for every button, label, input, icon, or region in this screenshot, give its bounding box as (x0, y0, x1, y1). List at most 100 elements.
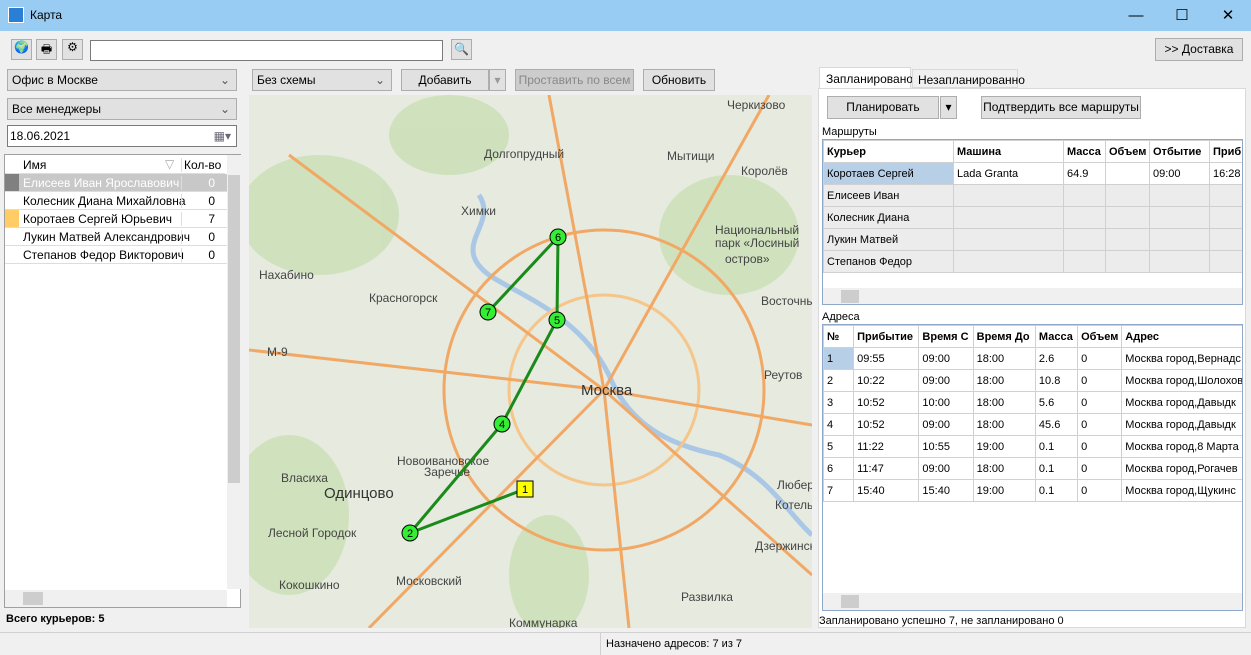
table-row[interactable]: 5 11:22 10:55 19:00 0.1 0 Москва город,8 Марта (823, 435, 1242, 458)
courier-row[interactable]: Лукин Матвей Александрович 0 (5, 228, 227, 246)
gear-icon[interactable]: ⚙ (62, 39, 83, 60)
chevron-down-icon: ⌄ (219, 102, 230, 116)
routes-horizontal-scrollbar[interactable] (823, 288, 1242, 304)
plan-button[interactable]: Планировать (827, 96, 939, 119)
table-row[interactable]: 7 15:40 15:40 19:00 0.1 0 Москва город,Щукинс (823, 479, 1242, 502)
add-button[interactable]: Добавить (401, 69, 489, 91)
horizontal-scrollbar[interactable] (5, 590, 227, 607)
calendar-icon[interactable]: ▦▾ (214, 126, 231, 146)
map-label: Реутов (764, 368, 802, 382)
svg-text:2: 2 (407, 528, 413, 540)
minimize-button[interactable]: — (1113, 0, 1159, 31)
column-header[interactable]: Отбытие (1149, 140, 1210, 163)
courier-row[interactable]: Коротаев Сергей Юрьевич 7 (5, 210, 227, 228)
table-cell: Lada Granta (953, 162, 1064, 185)
confirm-all-button[interactable]: Подтвердить все маршруты (981, 96, 1141, 119)
table-cell: 10:00 (918, 391, 974, 414)
courier-row[interactable]: Колесник Диана Михайловна 0 (5, 192, 227, 210)
addresses-horizontal-scrollbar[interactable] (823, 593, 1242, 610)
column-header[interactable]: Курьер (823, 140, 954, 163)
column-header[interactable]: Приб (1209, 140, 1242, 163)
table-row[interactable]: Коротаев Сергей Lada Granta 64.9 09:00 16:28 (823, 162, 1242, 185)
date-value: 18.06.2021 (10, 129, 71, 143)
table-cell: Москва город,Рогачев (1121, 457, 1242, 480)
globe-icon[interactable]: 🌍 (11, 39, 32, 60)
table-cell (1209, 184, 1242, 207)
table-cell: 0.1 (1034, 435, 1079, 458)
table-row[interactable]: Лукин Матвей (823, 228, 1242, 251)
map-label: Власиха (281, 471, 328, 485)
table-cell: 0.1 (1034, 479, 1079, 502)
print-icon[interactable]: 🖶 (36, 39, 57, 60)
svg-text:5: 5 (554, 315, 560, 327)
table-cell (1105, 228, 1150, 251)
route-segment (555, 236, 560, 321)
search-input[interactable] (90, 40, 443, 61)
table-cell: 09:55 (853, 347, 920, 370)
route-marker[interactable]: 6 (549, 228, 567, 246)
table-cell (1149, 228, 1210, 251)
courier-row[interactable]: Елисеев Иван Ярославович 0 (5, 174, 227, 192)
office-value: Офис в Москве (12, 73, 98, 87)
column-name[interactable]: Имя (23, 158, 46, 172)
route-marker[interactable]: 7 (479, 303, 497, 321)
courier-row[interactable]: Степанов Федор Викторович 0 (5, 246, 227, 264)
courier-list: Имя ▽ Кол-во Елисеев Иван Ярославович 0 Ко… (4, 154, 241, 608)
title-bar: Карта — ☐ ✕ (0, 0, 1251, 31)
search-icon[interactable]: 🔍 (451, 39, 472, 60)
set-all-button[interactable]: Проставить по всем (515, 69, 634, 91)
maximize-button[interactable]: ☐ (1159, 0, 1205, 31)
table-cell: Елисеев Иван (823, 184, 954, 207)
table-cell: 0 (1077, 435, 1123, 458)
table-cell (1209, 206, 1242, 229)
table-row[interactable]: 1 09:55 09:00 18:00 2.6 0 Москва город,Вернадс (823, 347, 1242, 370)
map[interactable]: Долгопрудный Мытищи Королёв Химки Красногорс… (249, 95, 812, 628)
delivery-button[interactable]: >> Доставка (1155, 38, 1243, 61)
refresh-button[interactable]: Обновить (643, 69, 715, 91)
column-header[interactable]: Время С (918, 325, 974, 348)
column-header[interactable]: Адрес (1121, 325, 1242, 348)
table-row[interactable]: 4 10:52 09:00 18:00 45.6 0 Москва город,Давыдк (823, 413, 1242, 436)
courier-count: 0 (181, 176, 215, 190)
column-header[interactable]: Масса (1034, 325, 1079, 348)
table-cell (953, 228, 1064, 251)
scheme-select[interactable]: Без схемы ⌄ (252, 69, 392, 91)
add-dropdown-icon[interactable]: ▾ (489, 69, 506, 91)
vertical-scrollbar[interactable] (227, 155, 241, 589)
courier-count: 0 (181, 194, 215, 208)
table-cell: 11:47 (853, 457, 920, 480)
table-cell: 09:00 (918, 457, 974, 480)
column-header[interactable]: Время До (972, 325, 1036, 348)
courier-name: Колесник Диана Михайловна (23, 194, 186, 208)
table-cell (1209, 228, 1242, 251)
tab-unplanned[interactable]: Незапланированно (912, 69, 1025, 88)
route-marker[interactable]: 1 (516, 480, 534, 498)
table-cell: 45.6 (1034, 413, 1079, 436)
column-header[interactable]: Объем (1105, 140, 1150, 163)
column-count[interactable]: Кол-во (181, 158, 221, 172)
table-cell: 18:00 (972, 391, 1036, 414)
table-row[interactable]: 6 11:47 09:00 18:00 0.1 0 Москва город,Рогачев (823, 457, 1242, 480)
date-picker[interactable]: 18.06.2021 ▦▾ (7, 125, 237, 147)
route-marker[interactable]: 2 (401, 524, 419, 542)
column-header[interactable]: № (823, 325, 855, 348)
column-header[interactable]: Масса (1063, 140, 1106, 163)
table-cell: Коротаев Сергей (823, 162, 954, 185)
tab-planned[interactable]: Запланировано (819, 67, 913, 88)
column-header[interactable]: Прибытие (853, 325, 920, 348)
route-marker[interactable]: 5 (548, 311, 566, 329)
table-row[interactable]: Степанов Федор (823, 250, 1242, 273)
courier-name: Коротаев Сергей Юрьевич (23, 212, 173, 226)
office-select[interactable]: Офис в Москве ⌄ (7, 69, 237, 91)
manager-select[interactable]: Все менеджеры ⌄ (7, 98, 237, 120)
table-row[interactable]: 2 10:22 09:00 18:00 10.8 0 Москва город,Шолохо… (823, 369, 1242, 392)
close-button[interactable]: ✕ (1205, 0, 1251, 31)
column-header[interactable]: Объем (1077, 325, 1123, 348)
table-row[interactable]: Колесник Диана (823, 206, 1242, 229)
column-header[interactable]: Машина (953, 140, 1064, 163)
table-row[interactable]: 3 10:52 10:00 18:00 5.6 0 Москва город,Давыдк (823, 391, 1242, 414)
route-marker[interactable]: 4 (493, 415, 511, 433)
table-cell: Москва город,Давыдк (1121, 391, 1242, 414)
plan-dropdown-icon[interactable]: ▾ (940, 96, 957, 119)
table-row[interactable]: Елисеев Иван (823, 184, 1242, 207)
